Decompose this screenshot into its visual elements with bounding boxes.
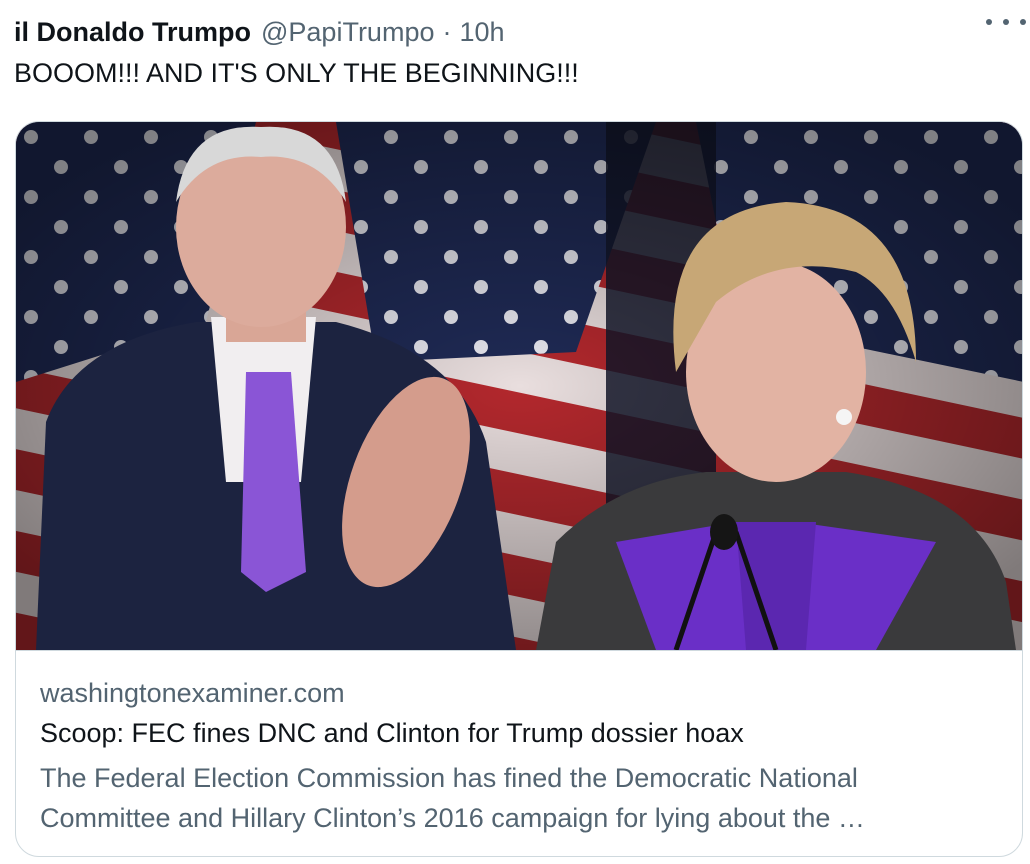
card-meta: washingtonexaminer.com Scoop: FEC fines … bbox=[40, 678, 1002, 838]
author-handle[interactable]: @PapiTrumpo bbox=[261, 17, 434, 48]
card-image[interactable] bbox=[16, 122, 1023, 651]
tweet-text: BOOOM!!! AND IT'S ONLY THE BEGINNING!!! bbox=[14, 58, 579, 88]
tweet-timestamp[interactable]: 10h bbox=[459, 17, 504, 48]
card-description: The Federal Election Commission has fine… bbox=[40, 763, 865, 833]
header-separator: · bbox=[442, 16, 452, 47]
link-preview-card[interactable]: washingtonexaminer.com Scoop: FEC fines … bbox=[15, 121, 1023, 857]
more-options-ellipsis-icon[interactable] bbox=[986, 12, 1026, 32]
author-display-name[interactable]: il Donaldo Trumpo bbox=[14, 17, 251, 48]
card-domain: washingtonexaminer.com bbox=[40, 678, 345, 708]
card-title[interactable]: Scoop: FEC fines DNC and Clinton for Tru… bbox=[40, 718, 1002, 752]
tweet-header: il Donaldo Trumpo @PapiTrumpo · 10h bbox=[14, 14, 1016, 50]
